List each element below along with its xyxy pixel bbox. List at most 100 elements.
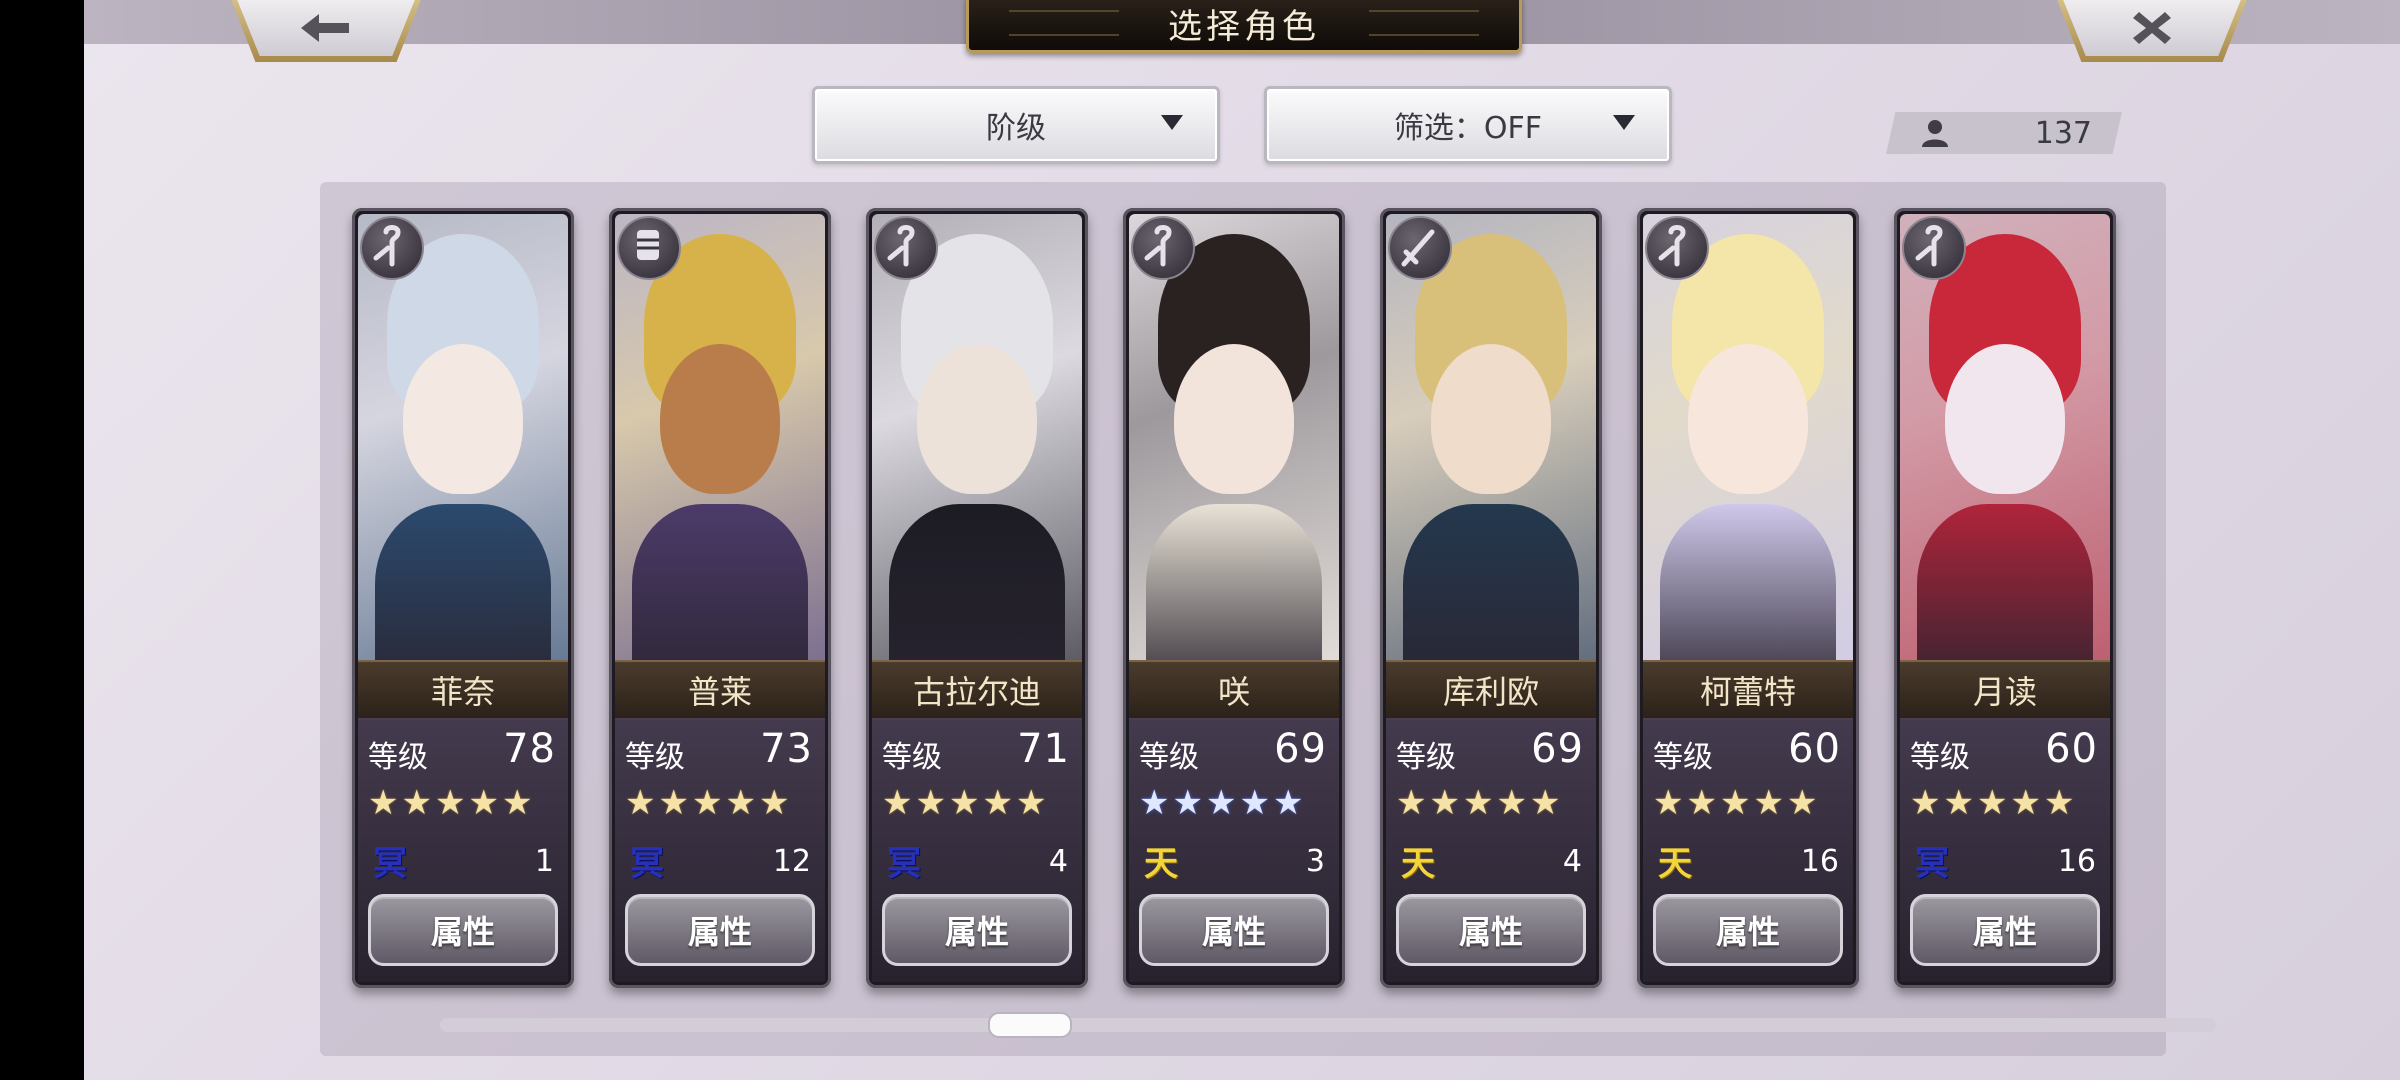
screen-title-plate: 选择角色 [966, 0, 1522, 53]
character-name: 咲 [1129, 660, 1339, 720]
back-button[interactable] [228, 0, 424, 62]
character-card[interactable]: 月读 等级 60 ★ ★ ★ ★ ★ 冥 16 属性 [1894, 208, 2116, 988]
star-icon: ★ [625, 783, 656, 823]
star-icon: ★ [1976, 783, 2008, 823]
level-value: 60 [2045, 726, 2098, 772]
level-value: 73 [760, 726, 813, 772]
attribute-button[interactable]: 属性 [1396, 894, 1586, 966]
character-portrait [1129, 214, 1339, 666]
star-icon: ★ [1429, 783, 1460, 823]
attribute-button[interactable]: 属性 [1653, 894, 1843, 966]
character-portrait [358, 214, 568, 666]
slot-number: 3 [1305, 844, 1325, 879]
character-count-value: 137 [2034, 116, 2092, 151]
character-card[interactable]: 菲奈 等级 78 ★ ★ ★ ★ ★ 冥 1 属性 [352, 208, 574, 988]
filter-dropdown-label: 筛选：OFF [1393, 111, 1543, 146]
star-rating: ★ ★ ★ ★ ★ [1653, 786, 1817, 820]
star-icon: ★ [658, 783, 689, 823]
filter-dropdown[interactable]: 筛选：OFF [1264, 86, 1672, 164]
star-icon: ★ [1172, 783, 1203, 823]
staff-icon [1902, 216, 1966, 280]
star-icon: ★ [1529, 783, 1561, 823]
star-icon: ★ [758, 783, 790, 823]
star-icon: ★ [1396, 783, 1427, 823]
star-icon: ★ [1496, 783, 1527, 823]
star-icon: ★ [1753, 783, 1784, 823]
level-value: 78 [503, 726, 556, 772]
star-icon: ★ [915, 783, 946, 823]
sword-icon [1388, 216, 1452, 280]
close-button[interactable] [2054, 0, 2250, 62]
star-icon: ★ [982, 783, 1013, 823]
sort-dropdown[interactable]: 阶级 [812, 86, 1220, 164]
star-icon: ★ [1686, 783, 1717, 823]
star-rating: ★ ★ ★ ★ ★ [1910, 786, 2074, 820]
attribute-button[interactable]: 属性 [625, 894, 815, 966]
character-stats: 等级 71 ★ ★ ★ ★ ★ 冥 4 属性 [872, 718, 1082, 982]
horizontal-scroll-thumb[interactable] [988, 1012, 1072, 1038]
character-card[interactable]: 古拉尔迪 等级 71 ★ ★ ★ ★ ★ 冥 4 属性 [866, 208, 1088, 988]
character-card[interactable]: 库利欧 等级 69 ★ ★ ★ ★ ★ 天 4 属性 [1380, 208, 1602, 988]
character-count: 137 [1886, 112, 2122, 154]
attribute-button[interactable]: 属性 [1910, 894, 2100, 966]
star-icon: ★ [1239, 783, 1270, 823]
horizontal-scroll-track[interactable] [440, 1018, 2216, 1032]
star-icon: ★ [501, 783, 533, 823]
level-label: 等级 [1653, 740, 1713, 775]
staff-icon [360, 216, 424, 280]
character-card[interactable]: 柯蕾特 等级 60 ★ ★ ★ ★ ★ 天 16 属性 [1637, 208, 1859, 988]
staff-icon [1131, 216, 1195, 280]
element-icon: 冥 [887, 843, 921, 884]
chevron-down-icon [1161, 115, 1183, 130]
star-icon: ★ [1462, 783, 1494, 823]
star-icon: ★ [1139, 783, 1170, 823]
staff-icon [1645, 216, 1709, 280]
slot-number: 16 [1800, 844, 1839, 879]
level-label: 等级 [1910, 740, 1970, 775]
attribute-button[interactable]: 属性 [1139, 894, 1329, 966]
element-icon: 天 [1401, 843, 1435, 884]
star-rating: ★ ★ ★ ★ ★ [1396, 786, 1560, 820]
star-icon: ★ [368, 783, 399, 823]
attribute-button[interactable]: 属性 [368, 894, 558, 966]
character-name: 菲奈 [358, 660, 568, 720]
slot-number: 4 [1048, 844, 1068, 879]
character-name: 古拉尔迪 [872, 660, 1082, 720]
character-name: 月读 [1900, 660, 2110, 720]
star-icon: ★ [1910, 783, 1941, 823]
character-card[interactable]: 咲 等级 69 ★ ★ ★ ★ ★ 天 3 属性 [1123, 208, 1345, 988]
star-icon: ★ [948, 783, 980, 823]
star-rating: ★ ★ ★ ★ ★ [625, 786, 789, 820]
character-name: 库利欧 [1386, 660, 1596, 720]
level-value: 71 [1017, 726, 1070, 772]
character-stats: 等级 60 ★ ★ ★ ★ ★ 冥 16 属性 [1900, 718, 2110, 982]
attribute-button[interactable]: 属性 [882, 894, 1072, 966]
star-icon: ★ [1943, 783, 1974, 823]
character-portrait [1643, 214, 1853, 666]
character-stats: 等级 69 ★ ★ ★ ★ ★ 天 4 属性 [1386, 718, 1596, 982]
character-stats: 等级 69 ★ ★ ★ ★ ★ 天 3 属性 [1129, 718, 1339, 982]
slot-number: 16 [2057, 844, 2096, 879]
star-icon: ★ [401, 783, 432, 823]
character-name: 普莱 [615, 660, 825, 720]
level-label: 等级 [625, 740, 685, 775]
star-icon: ★ [1015, 783, 1047, 823]
star-icon: ★ [691, 783, 723, 823]
character-stats: 等级 73 ★ ★ ★ ★ ★ 冥 12 属性 [615, 718, 825, 982]
star-icon: ★ [2043, 783, 2075, 823]
level-label: 等级 [368, 740, 428, 775]
level-label: 等级 [1139, 740, 1199, 775]
character-stats: 等级 60 ★ ★ ★ ★ ★ 天 16 属性 [1643, 718, 1853, 982]
character-select-screen: 选择角色 阶级 筛选：OFF 137 菲奈 等级 78 ★ ★ ★ ★ ★ 冥 … [84, 0, 2400, 1080]
slot-number: 4 [1562, 844, 1582, 879]
star-icon: ★ [725, 783, 756, 823]
star-icon: ★ [434, 783, 466, 823]
character-portrait [1386, 214, 1596, 666]
arrow-left-icon [301, 14, 349, 42]
star-rating: ★ ★ ★ ★ ★ [1139, 786, 1303, 820]
level-value: 69 [1531, 726, 1584, 772]
sort-dropdown-label: 阶级 [986, 111, 1046, 146]
character-card[interactable]: 普莱 等级 73 ★ ★ ★ ★ ★ 冥 12 属性 [609, 208, 831, 988]
staff-icon [874, 216, 938, 280]
level-label: 等级 [1396, 740, 1456, 775]
